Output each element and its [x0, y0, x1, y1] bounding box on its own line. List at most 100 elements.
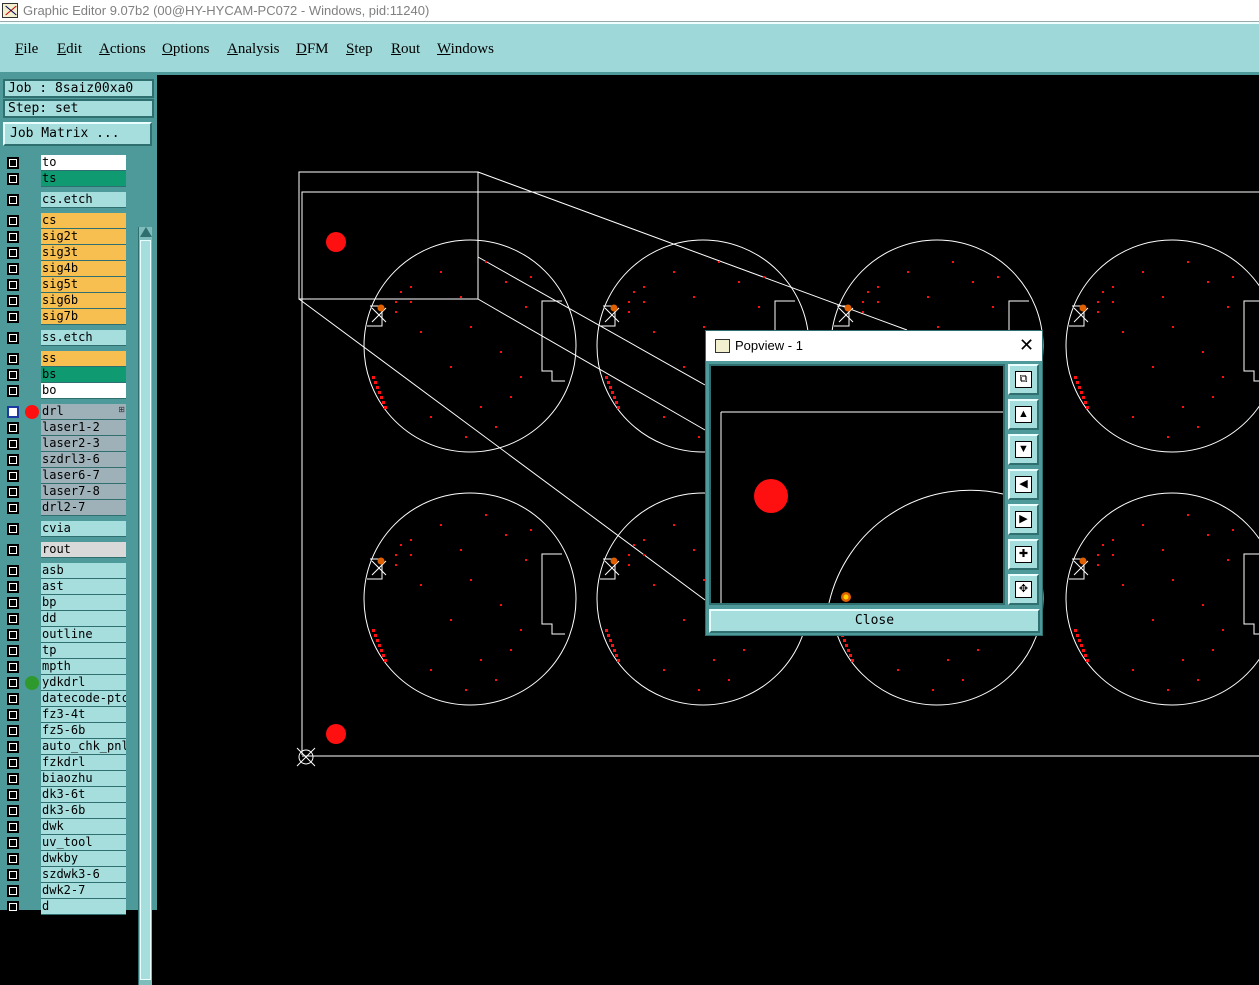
layer-checkbox[interactable]: [7, 406, 19, 418]
layer-name[interactable]: bp: [41, 595, 126, 611]
layer-row-szdwk3-6[interactable]: szdwk3-6: [4, 867, 129, 883]
layer-name[interactable]: asb: [41, 563, 126, 579]
layer-checkbox[interactable]: [7, 677, 19, 689]
layer-checkbox[interactable]: [7, 173, 19, 185]
layer-checkbox[interactable]: [7, 157, 19, 169]
layer-row-fz5-6b[interactable]: fz5-6b: [4, 723, 129, 739]
layer-name[interactable]: outline: [41, 627, 126, 643]
layer-checkbox[interactable]: [7, 369, 19, 381]
layer-name[interactable]: szdrl3-6: [41, 452, 126, 468]
layer-checkbox[interactable]: [7, 422, 19, 434]
layer-row-bs[interactable]: bs: [4, 367, 129, 383]
layer-name[interactable]: fz3-4t: [41, 707, 126, 723]
layer-name[interactable]: fz5-6b: [41, 723, 126, 739]
layer-checkbox[interactable]: [7, 709, 19, 721]
layer-row-szdrl3-6[interactable]: szdrl3-6: [4, 452, 129, 468]
layer-row-uv-tool[interactable]: uv_tool: [4, 835, 129, 851]
zoom-in-button[interactable]: ✚: [1008, 539, 1039, 570]
layer-row-sig3t[interactable]: sig3t: [4, 245, 129, 261]
menu-options[interactable]: Options: [162, 41, 210, 58]
layer-row-drl2-7[interactable]: drl2-7: [4, 500, 129, 516]
layer-checkbox[interactable]: [7, 645, 19, 657]
job-matrix-button[interactable]: Job Matrix ...: [3, 122, 152, 146]
layer-name[interactable]: cvia: [41, 521, 126, 537]
layer-row-outline[interactable]: outline: [4, 627, 129, 643]
layer-row-ss[interactable]: ss: [4, 351, 129, 367]
layer-name[interactable]: cs.etch: [41, 192, 126, 208]
menu-edit[interactable]: Edit: [57, 41, 82, 58]
layer-name[interactable]: laser6-7: [41, 468, 126, 484]
layer-row-sig6b[interactable]: sig6b: [4, 293, 129, 309]
scroll-thumb[interactable]: [140, 240, 151, 980]
layer-checkbox[interactable]: [7, 311, 19, 323]
layer-row-rout[interactable]: rout: [4, 542, 129, 558]
layer-name[interactable]: drl: [41, 404, 126, 420]
layer-name[interactable]: sig5t: [41, 277, 126, 293]
layer-row-cs[interactable]: cs: [4, 213, 129, 229]
menu-dfm[interactable]: DFM: [296, 41, 329, 58]
layer-expand-icon[interactable]: ⊞: [118, 405, 125, 414]
popview-viewport[interactable]: [709, 364, 1005, 605]
layer-checkbox[interactable]: [7, 215, 19, 227]
layer-checkbox[interactable]: [7, 757, 19, 769]
layer-checkbox[interactable]: [7, 629, 19, 641]
layer-name[interactable]: szdwk3-6: [41, 867, 126, 883]
layer-checkbox[interactable]: [7, 470, 19, 482]
layer-row-ss-etch[interactable]: ss.etch: [4, 330, 129, 346]
layer-row-cvia[interactable]: cvia: [4, 521, 129, 537]
layer-name[interactable]: datecode-ptc: [41, 691, 126, 707]
layer-name[interactable]: dk3-6b: [41, 803, 126, 819]
layer-name[interactable]: bo: [41, 383, 126, 399]
layer-name[interactable]: cs: [41, 213, 126, 229]
layer-row-laser2-3[interactable]: laser2-3: [4, 436, 129, 452]
layer-checkbox[interactable]: [7, 725, 19, 737]
layer-row-dk3-6b[interactable]: dk3-6b: [4, 803, 129, 819]
layer-name[interactable]: dwkby: [41, 851, 126, 867]
scroll-up-arrow-icon[interactable]: [140, 227, 152, 237]
layer-checkbox[interactable]: [7, 869, 19, 881]
layer-row-fz3-4t[interactable]: fz3-4t: [4, 707, 129, 723]
layer-checkbox[interactable]: [7, 789, 19, 801]
menu-file[interactable]: File: [15, 41, 38, 58]
layer-checkbox[interactable]: [7, 821, 19, 833]
pan-down-button[interactable]: ▼: [1008, 434, 1039, 465]
layer-checkbox[interactable]: [7, 693, 19, 705]
layer-name[interactable]: to: [41, 155, 126, 171]
layer-checkbox[interactable]: [7, 773, 19, 785]
layer-name[interactable]: dwk: [41, 819, 126, 835]
layer-name[interactable]: tp: [41, 643, 126, 659]
layer-row-bo[interactable]: bo: [4, 383, 129, 399]
menu-analysis[interactable]: Analysis: [227, 41, 280, 58]
layer-row-d[interactable]: d: [4, 899, 129, 915]
menu-actions[interactable]: Actions: [99, 41, 146, 58]
layer-name[interactable]: bs: [41, 367, 126, 383]
layer-row-laser1-2[interactable]: laser1-2: [4, 420, 129, 436]
layer-name[interactable]: ydkdrl: [41, 675, 126, 691]
layer-name[interactable]: rout: [41, 542, 126, 558]
menu-step[interactable]: Step: [346, 41, 373, 58]
layer-row-cs-etch[interactable]: cs.etch: [4, 192, 129, 208]
layer-name[interactable]: laser7-8: [41, 484, 126, 500]
layer-row-laser6-7[interactable]: laser6-7: [4, 468, 129, 484]
layer-checkbox[interactable]: [7, 741, 19, 753]
pan-left-button[interactable]: ◀: [1008, 469, 1039, 500]
layer-checkbox[interactable]: [7, 486, 19, 498]
layer-name[interactable]: ss: [41, 351, 126, 367]
layer-row-biaozhu[interactable]: biaozhu: [4, 771, 129, 787]
layer-checkbox[interactable]: [7, 231, 19, 243]
pan-up-button[interactable]: ▲: [1008, 399, 1039, 430]
layer-checkbox[interactable]: [7, 295, 19, 307]
layer-checkbox[interactable]: [7, 853, 19, 865]
layer-name[interactable]: ss.etch: [41, 330, 126, 346]
layer-row-ts[interactable]: ts: [4, 171, 129, 187]
layer-row-dd[interactable]: dd: [4, 611, 129, 627]
layer-name[interactable]: mpth: [41, 659, 126, 675]
zoom-out-button[interactable]: ✥: [1008, 574, 1039, 605]
popview-close-button[interactable]: Close: [709, 609, 1040, 633]
layer-row-bp[interactable]: bp: [4, 595, 129, 611]
layer-name[interactable]: d: [41, 899, 126, 915]
layer-row-mpth[interactable]: mpth: [4, 659, 129, 675]
layer-name[interactable]: ast: [41, 579, 126, 595]
popview-close-icon[interactable]: ✕: [1019, 335, 1034, 356]
layer-checkbox[interactable]: [7, 805, 19, 817]
